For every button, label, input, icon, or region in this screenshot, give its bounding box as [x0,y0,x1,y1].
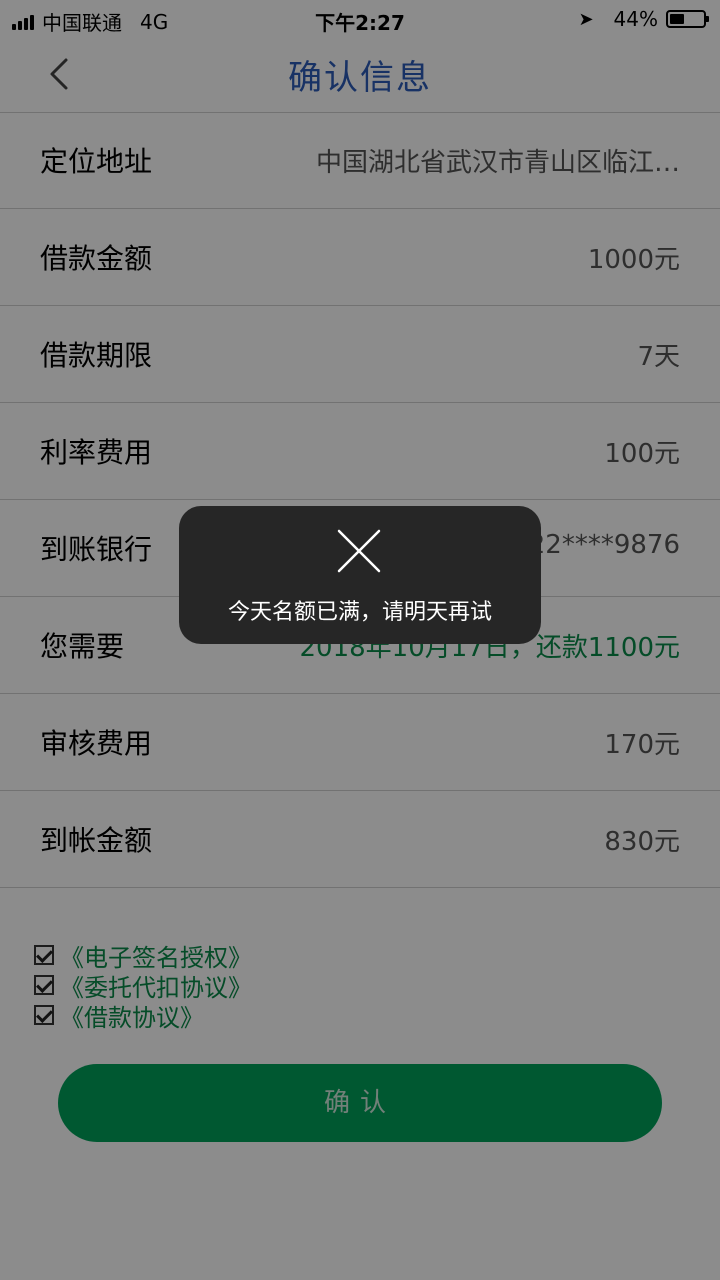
toast: 今天名额已满，请明天再试 [179,506,541,644]
toast-message: 今天名额已满，请明天再试 [227,600,492,625]
close-icon[interactable] [336,528,382,574]
